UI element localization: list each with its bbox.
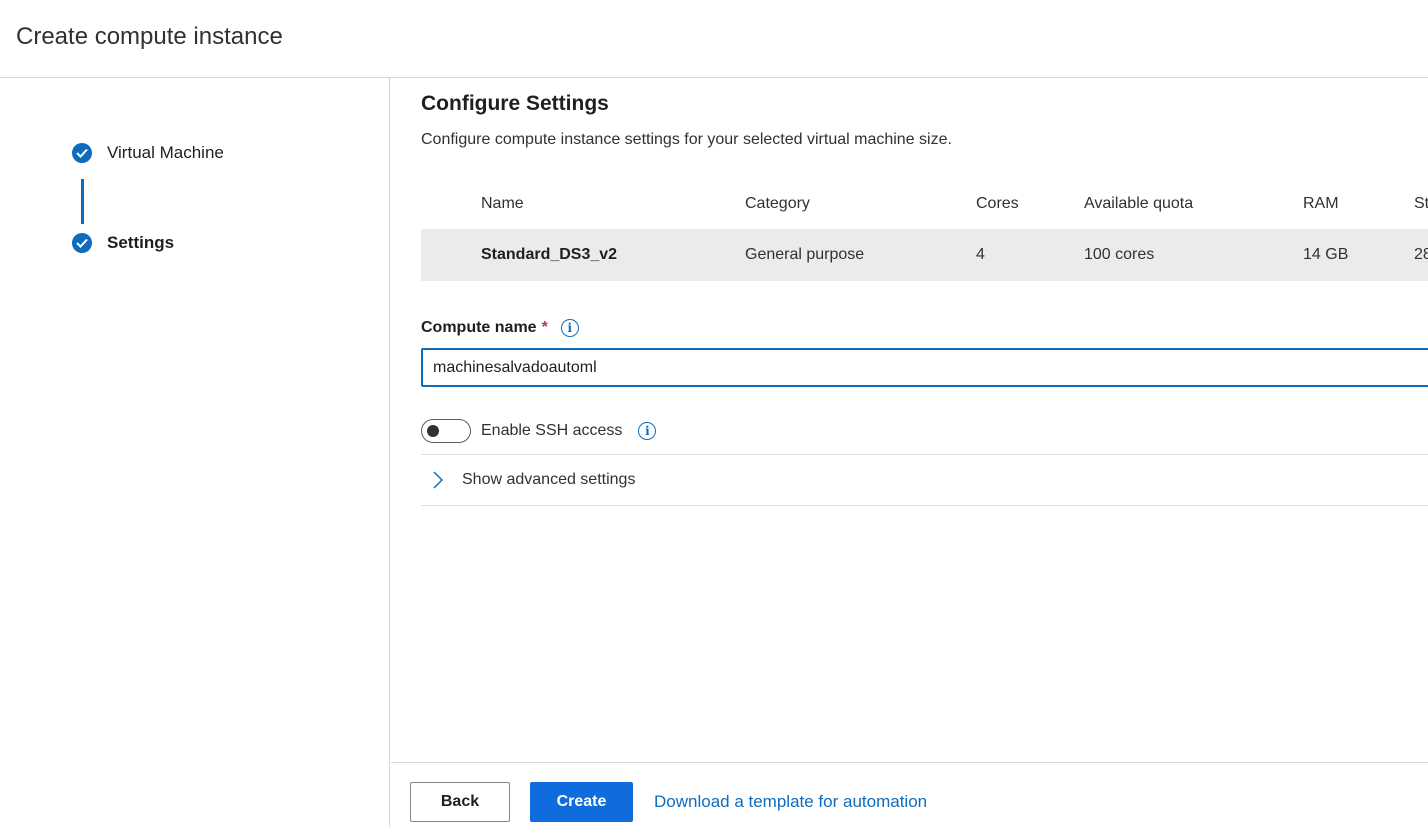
vm-table-header: Name Category Cores Available quota RAM … <box>421 178 1428 230</box>
section-title: Configure Settings <box>421 92 609 115</box>
info-icon[interactable]: i <box>638 422 657 440</box>
cell-quota: 100 cores <box>1084 246 1155 263</box>
checkmark-icon <box>72 143 92 163</box>
back-button[interactable]: Back <box>410 782 510 822</box>
step-label: Settings <box>107 233 175 252</box>
settings-panel: Configure Settings Configure compute ins… <box>391 79 1428 762</box>
wizard-steps: Virtual Machine Settings <box>0 78 390 827</box>
column-header-cores: Cores <box>976 195 1019 212</box>
footer-actions: Back Create Download a template for auto… <box>391 762 1428 827</box>
cell-ram: 14 GB <box>1303 246 1349 263</box>
ssh-row: Enable SSH access i <box>421 419 657 443</box>
step-virtual-machine[interactable]: Virtual Machine <box>72 143 224 163</box>
chevron-right-icon <box>433 470 447 490</box>
step-connector <box>81 179 84 224</box>
required-marker: * <box>541 319 548 336</box>
toggle-knob <box>427 425 439 437</box>
compute-name-label: Compute name * i <box>421 319 579 337</box>
cell-storage: 28 <box>1414 246 1428 263</box>
page-header: Create compute instance <box>0 0 1428 78</box>
page-title: Create compute instance <box>16 23 283 50</box>
column-header-category: Category <box>745 195 810 212</box>
column-header-name: Name <box>481 195 524 212</box>
download-template-link[interactable]: Download a template for automation <box>654 792 927 812</box>
step-label: Virtual Machine <box>107 143 224 162</box>
ssh-label: Enable SSH access <box>481 422 623 439</box>
info-icon[interactable]: i <box>560 319 579 337</box>
column-header-quota: Available quota <box>1084 195 1194 212</box>
cell-category: General purpose <box>745 246 865 263</box>
advanced-settings-label: Show advanced settings <box>462 471 636 488</box>
cell-cores: 4 <box>976 246 985 263</box>
column-header-storage: St <box>1414 195 1428 212</box>
column-header-ram: RAM <box>1303 195 1339 212</box>
advanced-settings-toggle[interactable]: Show advanced settings <box>421 454 1428 506</box>
table-row[interactable]: Standard_DS3_v2 General purpose 4 100 co… <box>421 229 1428 281</box>
section-description: Configure compute instance settings for … <box>421 131 952 148</box>
checkmark-icon <box>72 233 92 253</box>
compute-name-input[interactable] <box>421 348 1428 387</box>
step-settings[interactable]: Settings <box>72 233 174 253</box>
create-button[interactable]: Create <box>530 782 633 822</box>
compute-name-label-text: Compute name <box>421 319 537 336</box>
cell-name: Standard_DS3_v2 <box>481 246 618 263</box>
ssh-toggle[interactable] <box>421 419 471 443</box>
